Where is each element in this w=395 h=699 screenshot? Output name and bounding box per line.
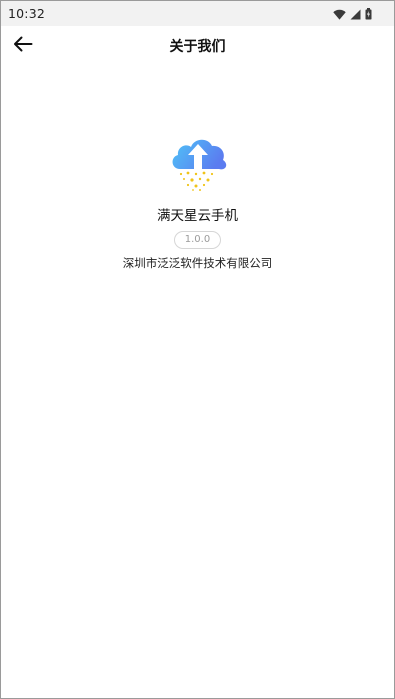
version-badge: 1.0.0 — [173, 231, 222, 249]
cloud-upload-stars-icon — [166, 131, 230, 193]
page-title: 关于我们 — [169, 39, 226, 55]
about-section: 满天星云手机 1.0.0 深圳市泛泛软件技术有限公司 — [1, 131, 394, 271]
signal-icon — [350, 9, 361, 20]
app-name: 满天星云手机 — [157, 208, 238, 224]
app-bar: 关于我们 — [1, 26, 394, 66]
company-name: 深圳市泛泛软件技术有限公司 — [122, 256, 273, 270]
status-time: 10:32 — [8, 6, 46, 21]
status-icons — [333, 7, 372, 21]
status-bar: 10:32 — [1, 1, 394, 26]
battery-icon — [365, 8, 372, 20]
wifi-icon — [333, 9, 346, 20]
app-window: 10:32 关于我们 满天星云手机 1.0.0 深圳市泛泛软件技术有限公司 — [0, 0, 395, 699]
